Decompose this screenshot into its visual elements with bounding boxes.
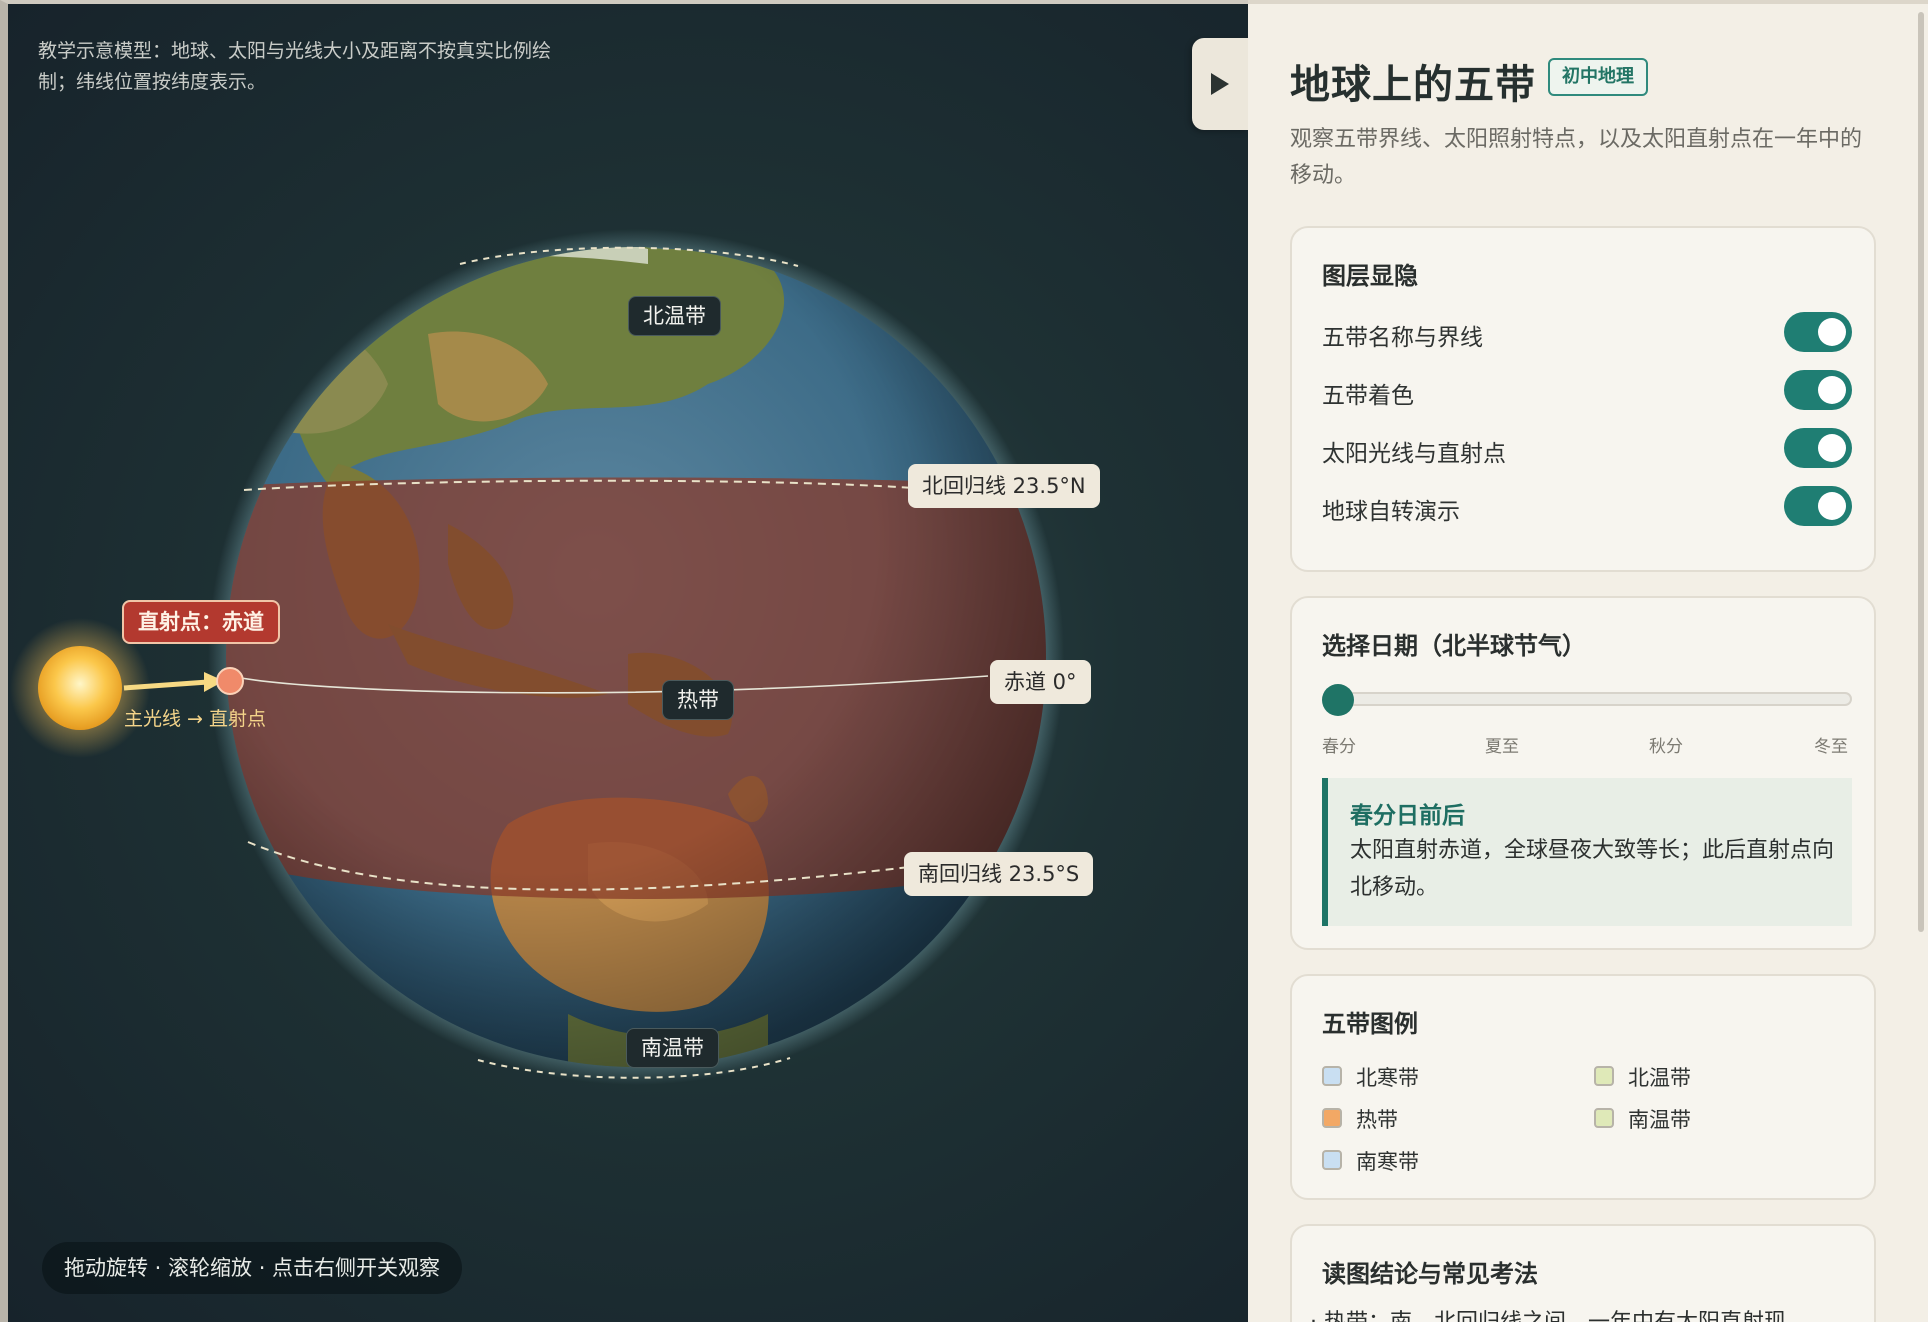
toggle-label: 五带着色 xyxy=(1322,383,1414,409)
conclusions-heading: 读图结论与常见考法 xyxy=(1322,1260,1538,1288)
toggle-zone-names[interactable]: 五带名称与界线 xyxy=(1322,312,1852,352)
toggle-rotation-demo[interactable]: 地球自转演示 xyxy=(1322,486,1852,526)
toggle-label: 五带名称与界线 xyxy=(1322,325,1483,351)
label-south-temperate: 南温带 xyxy=(626,1028,719,1068)
legend-swatch xyxy=(1594,1066,1614,1086)
legend-swatch xyxy=(1322,1066,1342,1086)
toggle-switch[interactable] xyxy=(1784,370,1852,410)
interaction-hint: 拖动旋转 · 滚轮缩放 · 点击右侧开关观察 xyxy=(42,1242,463,1294)
control-panel: 地球上的五带 初中地理 观察五带界线、太阳照射特点，以及太阳直射点在一年中的移动… xyxy=(1248,0,1928,1322)
legend-swatch xyxy=(1594,1108,1614,1128)
model-note: 教学示意模型：地球、太阳与光线大小及距离不按真实比例绘制；纬线位置按纬度表示。 xyxy=(38,40,552,93)
globe-viewport[interactable]: 教学示意模型：地球、太阳与光线大小及距离不按真实比例绘制；纬线位置按纬度表示。 … xyxy=(0,0,1248,1322)
legend-label: 南温带 xyxy=(1628,1108,1691,1132)
page-title: 地球上的五带 xyxy=(1290,62,1536,108)
globe-shading xyxy=(226,247,1046,1067)
legend-label: 北寒带 xyxy=(1356,1066,1419,1090)
label-north-temperate: 北温带 xyxy=(628,296,721,336)
legend-label: 热带 xyxy=(1356,1108,1398,1132)
legend-swatch xyxy=(1322,1150,1342,1170)
toggle-knob xyxy=(1818,376,1846,404)
date-slider-track[interactable] xyxy=(1322,692,1852,706)
legend-label: 南寒带 xyxy=(1356,1150,1419,1174)
date-slider-thumb[interactable] xyxy=(1322,684,1354,716)
label-tropic-of-capricorn: 南回归线 23.5°S xyxy=(904,852,1094,896)
subsolar-tag: 直射点：赤道 xyxy=(122,600,280,644)
toggle-knob xyxy=(1818,434,1846,462)
label-tropical: 热带 xyxy=(662,680,734,720)
toggle-knob xyxy=(1818,318,1846,346)
legend-card: 五带图例 北寒带 北温带 热带 南温带 南寒带 xyxy=(1290,974,1876,1200)
tick-winter-solstice: 冬至 xyxy=(1814,737,1848,757)
toggle-knob xyxy=(1818,492,1846,520)
legend-heading: 五带图例 xyxy=(1322,1010,1418,1038)
page-description: 观察五带界线、太阳照射特点，以及太阳直射点在一年中的移动。 xyxy=(1290,127,1863,188)
legend-label: 北温带 xyxy=(1628,1066,1691,1090)
layers-heading: 图层显隐 xyxy=(1322,262,1418,290)
subsolar-point[interactable] xyxy=(216,667,244,695)
toggle-label: 太阳光线与直射点 xyxy=(1322,441,1506,467)
tick-spring-equinox: 春分 xyxy=(1322,737,1356,757)
sun-ray-label: 主光线 → 直射点 xyxy=(124,708,266,730)
label-tropic-of-cancer: 北回归线 23.5°N xyxy=(908,464,1100,508)
date-heading: 选择日期（北半球节气） xyxy=(1322,632,1586,660)
toggle-switch[interactable] xyxy=(1784,312,1852,352)
date-info-box: 春分日前后 太阳直射赤道，全球昼夜大致等长；此后直射点向北移动。 xyxy=(1322,778,1852,926)
panel-toggle-button[interactable] xyxy=(1192,38,1248,130)
tick-autumn-equinox: 秋分 xyxy=(1649,737,1683,757)
toggle-zone-coloring[interactable]: 五带着色 xyxy=(1322,370,1852,410)
toggle-switch[interactable] xyxy=(1784,486,1852,526)
toggle-label: 地球自转演示 xyxy=(1322,499,1460,525)
label-equator: 赤道 0° xyxy=(990,660,1091,704)
date-info-body: 太阳直射赤道，全球昼夜大致等长；此后直射点向北移动。 xyxy=(1350,838,1835,900)
grade-badge: 初中地理 xyxy=(1548,58,1648,96)
legend-swatch xyxy=(1322,1108,1342,1128)
panel-scrollbar[interactable] xyxy=(1918,12,1924,932)
play-triangle-icon xyxy=(1211,73,1229,95)
conclusion-item: · 热带：南、北回归线之间，一年中有太阳直射现 xyxy=(1310,1304,1786,1322)
layers-card: 图层显隐 五带名称与界线 五带着色 太阳光线与直射点 地球自转演示 xyxy=(1290,226,1876,572)
date-info-title: 春分日前后 xyxy=(1350,803,1465,829)
sun xyxy=(38,646,122,730)
toggle-sun-rays[interactable]: 太阳光线与直射点 xyxy=(1322,428,1852,468)
toggle-switch[interactable] xyxy=(1784,428,1852,468)
date-card: 选择日期（北半球节气） 春分 夏至 秋分 冬至 春分日前后 太阳直射赤道，全球昼… xyxy=(1290,596,1876,950)
tick-summer-solstice: 夏至 xyxy=(1485,737,1519,757)
